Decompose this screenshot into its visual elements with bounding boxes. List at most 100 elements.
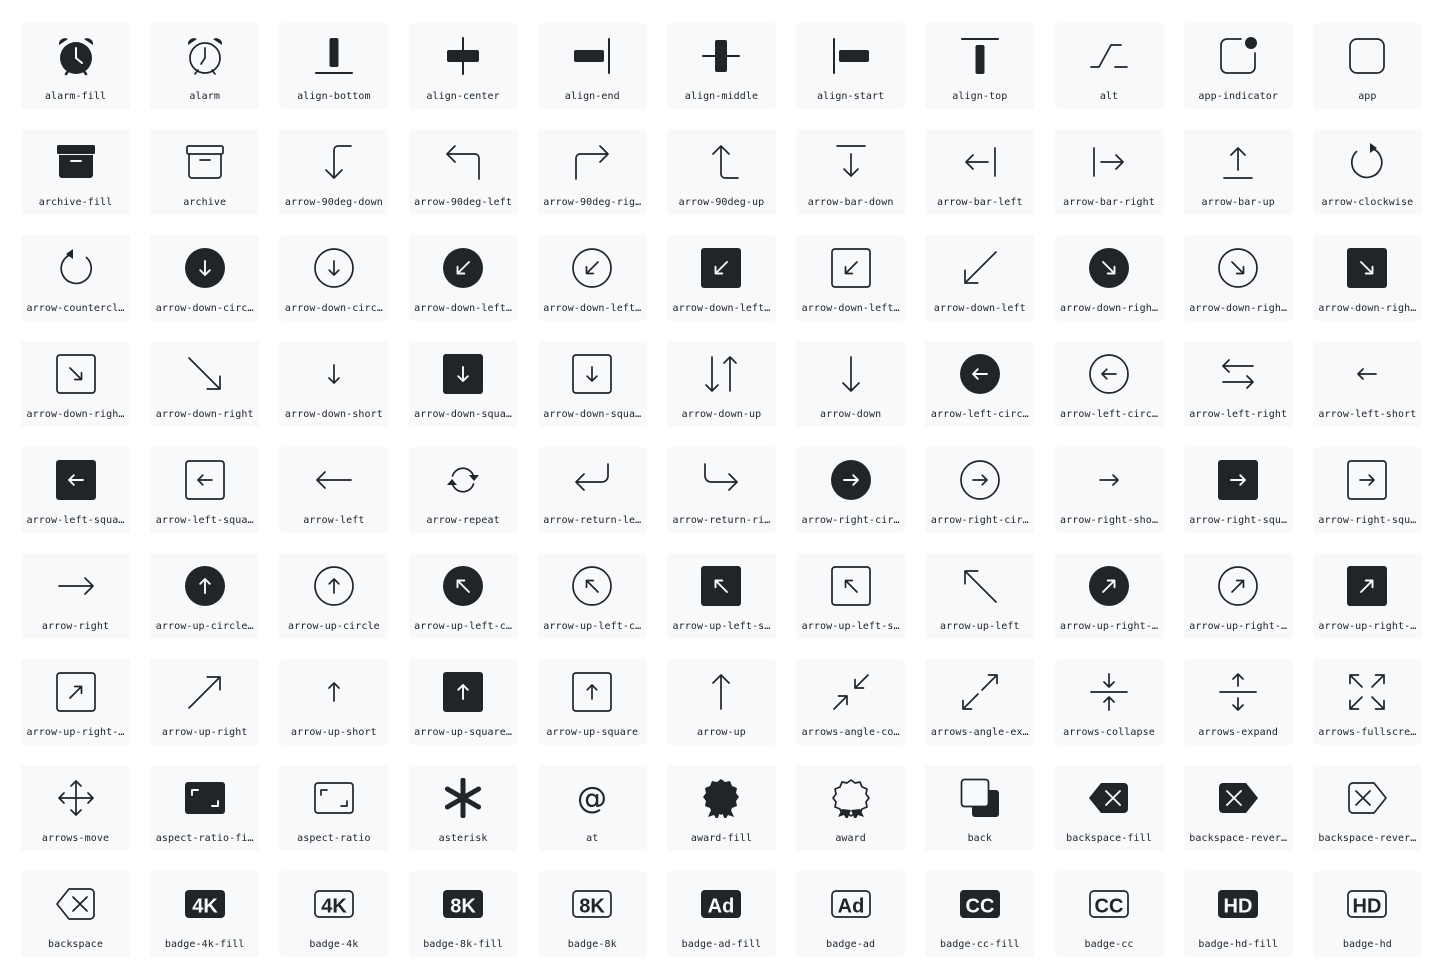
icon-tile-arrow-left[interactable]: arrow-left [279, 447, 389, 533]
icon-tile-arrow-down-right-circle[interactable]: arrow-down-righ… [1183, 235, 1293, 321]
icon-tile-arrow-down-right[interactable]: arrow-down-right [150, 341, 260, 427]
icon-tile-arrow-up-right-circle[interactable]: arrow-up-right-… [1183, 553, 1293, 639]
icon-tile-arrow-up-square[interactable]: arrow-up-square [537, 659, 647, 745]
icon-tile-badge-4k-fill[interactable]: 4K badge-4k-fill [150, 871, 260, 957]
icon-tile-arrow-right-square[interactable]: arrow-right-squ… [1312, 447, 1422, 533]
icon-tile-aspect-ratio[interactable]: aspect-ratio [279, 765, 389, 851]
icon-tile-arrows-angle-contract[interactable]: arrows-angle-co… [796, 659, 906, 745]
icon-tile-arrow-down-up[interactable]: arrow-down-up [666, 341, 776, 427]
icon-tile-align-top[interactable]: align-top [925, 23, 1035, 109]
icon-tile-badge-ad-fill[interactable]: Ad badge-ad-fill [666, 871, 776, 957]
icon-tile-align-center[interactable]: align-center [408, 23, 518, 109]
icon-tile-arrow-right-circle[interactable]: arrow-right-cir… [925, 447, 1035, 533]
icon-tile-arrow-repeat[interactable]: arrow-repeat [408, 447, 518, 533]
icon-tile-arrow-down-square-fill[interactable]: arrow-down-squa… [408, 341, 518, 427]
icon-tile-arrow-clockwise[interactable]: arrow-clockwise [1312, 129, 1422, 215]
icon-tile-arrow-bar-down[interactable]: arrow-bar-down [796, 129, 906, 215]
icon-tile-arrow-down-left-square[interactable]: arrow-down-left… [796, 235, 906, 321]
icon-tile-award-fill[interactable]: award-fill [666, 765, 776, 851]
icon-tile-archive-fill[interactable]: archive-fill [21, 129, 130, 215]
icon-tile-arrow-90deg-up[interactable]: arrow-90deg-up [666, 129, 776, 215]
icon-tile-arrow-up-right-circle-fill[interactable]: arrow-up-right-… [1054, 553, 1164, 639]
icon-tile-badge-hd[interactable]: HD badge-hd [1312, 871, 1422, 957]
icon-tile-arrow-90deg-down[interactable]: arrow-90deg-down [279, 129, 389, 215]
icon-tile-arrow-up-circle-fill[interactable]: arrow-up-circle… [150, 553, 260, 639]
icon-tile-arrow-up-right-square[interactable]: arrow-up-right-… [21, 659, 130, 745]
icon-tile-backspace-fill[interactable]: backspace-fill [1054, 765, 1164, 851]
icon-tile-arrow-left-circle[interactable]: arrow-left-circ… [1054, 341, 1164, 427]
icon-tile-back[interactable]: back [925, 765, 1035, 851]
icon-tile-backspace[interactable]: backspace [21, 871, 130, 957]
icon-tile-backspace-reverse[interactable]: backspace-rever… [1312, 765, 1422, 851]
icon-tile-arrow-down-left-circle-fill[interactable]: arrow-down-left… [408, 235, 518, 321]
icon-tile-arrow-down-left-square-fill[interactable]: arrow-down-left… [666, 235, 776, 321]
icon-tile-arrow-down-circle[interactable]: arrow-down-circ… [279, 235, 389, 321]
icon-tile-arrow-down-right-square-fill[interactable]: arrow-down-righ… [1312, 235, 1422, 321]
icon-tile-arrow-up-right-square-fill[interactable]: arrow-up-right-… [1312, 553, 1422, 639]
icon-tile-arrows-move[interactable]: arrows-move [21, 765, 130, 851]
icon-tile-arrow-down-short[interactable]: arrow-down-short [279, 341, 389, 427]
icon-tile-arrows-angle-expand[interactable]: arrows-angle-ex… [925, 659, 1035, 745]
icon-tile-badge-cc[interactable]: CC badge-cc [1054, 871, 1164, 957]
icon-tile-arrow-up-left-circle[interactable]: arrow-up-left-c… [537, 553, 647, 639]
icon-tile-alarm[interactable]: alarm [150, 23, 260, 109]
icon-tile-badge-8k[interactable]: 8K badge-8k [537, 871, 647, 957]
icon-tile-arrow-bar-left[interactable]: arrow-bar-left [925, 129, 1035, 215]
icon-tile-arrows-expand[interactable]: arrows-expand [1183, 659, 1293, 745]
icon-tile-app[interactable]: app [1312, 23, 1422, 109]
icon-tile-arrow-up-short[interactable]: arrow-up-short [279, 659, 389, 745]
icon-tile-arrow-right[interactable]: arrow-right [21, 553, 130, 639]
icon-tile-arrow-down-right-square[interactable]: arrow-down-righ… [21, 341, 130, 427]
icon-tile-arrow-right-square-fill[interactable]: arrow-right-squ… [1183, 447, 1293, 533]
icon-tile-arrow-down-left[interactable]: arrow-down-left [925, 235, 1035, 321]
icon-tile-asterisk[interactable]: asterisk [408, 765, 518, 851]
icon-tile-arrow-90deg-right[interactable]: arrow-90deg-rig… [537, 129, 647, 215]
icon-tile-backspace-reverse-fill[interactable]: backspace-rever… [1183, 765, 1293, 851]
icon-tile-arrow-left-circle-fill[interactable]: arrow-left-circ… [925, 341, 1035, 427]
icon-tile-aspect-ratio-fill[interactable]: aspect-ratio-fi… [150, 765, 260, 851]
icon-tile-arrow-left-short[interactable]: arrow-left-short [1312, 341, 1422, 427]
icon-tile-arrow-return-right[interactable]: arrow-return-ri… [666, 447, 776, 533]
icon-tile-badge-cc-fill[interactable]: CC badge-cc-fill [925, 871, 1035, 957]
icon-tile-arrow-down-left-circle[interactable]: arrow-down-left… [537, 235, 647, 321]
icon-tile-arrow-left-square[interactable]: arrow-left-squa… [150, 447, 260, 533]
icon-tile-arrow-up-left-square[interactable]: arrow-up-left-s… [796, 553, 906, 639]
icon-tile-align-bottom[interactable]: align-bottom [279, 23, 389, 109]
icon-tile-align-start[interactable]: align-start [796, 23, 906, 109]
icon-tile-at[interactable]: @ at [537, 765, 647, 851]
icon-tile-align-end[interactable]: align-end [537, 23, 647, 109]
icon-tile-align-middle[interactable]: align-middle [666, 23, 776, 109]
icon-tile-award[interactable]: award [796, 765, 906, 851]
icon-tile-arrows-fullscreen[interactable]: arrows-fullscre… [1312, 659, 1422, 745]
icon-tile-alarm-fill[interactable]: alarm-fill [21, 23, 130, 109]
icon-tile-badge-4k[interactable]: 4K badge-4k [279, 871, 389, 957]
icon-tile-arrow-90deg-left[interactable]: arrow-90deg-left [408, 129, 518, 215]
icon-tile-arrow-return-left[interactable]: arrow-return-le… [537, 447, 647, 533]
icon-tile-arrow-left-right[interactable]: arrow-left-right [1183, 341, 1293, 427]
icon-tile-badge-ad[interactable]: Ad badge-ad [796, 871, 906, 957]
icon-tile-arrow-up-left-square-fill[interactable]: arrow-up-left-s… [666, 553, 776, 639]
icon-tile-arrows-collapse[interactable]: arrows-collapse [1054, 659, 1164, 745]
icon-tile-alt[interactable]: alt [1054, 23, 1164, 109]
icon-tile-arrow-up[interactable]: arrow-up [666, 659, 776, 745]
icon-tile-arrow-up-left-circle-fill[interactable]: arrow-up-left-c… [408, 553, 518, 639]
icon-tile-arrow-up-left[interactable]: arrow-up-left [925, 553, 1035, 639]
icon-tile-archive[interactable]: archive [150, 129, 260, 215]
icon-tile-arrow-bar-up[interactable]: arrow-bar-up [1183, 129, 1293, 215]
icon-tile-app-indicator[interactable]: app-indicator [1183, 23, 1293, 109]
arrow-up-circle-fill-icon [184, 566, 225, 606]
icon-tile-arrow-right-circle-fill[interactable]: arrow-right-cir… [796, 447, 906, 533]
icon-tile-badge-8k-fill[interactable]: 8K badge-8k-fill [408, 871, 518, 957]
icon-tile-arrow-left-square-fill[interactable]: arrow-left-squa… [21, 447, 130, 533]
icon-tile-arrow-bar-right[interactable]: arrow-bar-right [1054, 129, 1164, 215]
icon-tile-arrow-down-circle-fill[interactable]: arrow-down-circ… [150, 235, 260, 321]
icon-tile-arrow-down[interactable]: arrow-down [796, 341, 906, 427]
icon-tile-arrow-up-circle[interactable]: arrow-up-circle [279, 553, 389, 639]
icon-tile-arrow-right-short[interactable]: arrow-right-sho… [1054, 447, 1164, 533]
icon-tile-badge-hd-fill[interactable]: HD badge-hd-fill [1183, 871, 1293, 957]
icon-tile-arrow-down-square[interactable]: arrow-down-squa… [537, 341, 647, 427]
icon-tile-arrow-up-square-fill[interactable]: arrow-up-square… [408, 659, 518, 745]
icon-tile-arrow-counterclockwise[interactable]: arrow-countercl… [21, 235, 130, 321]
icon-tile-arrow-up-right[interactable]: arrow-up-right [150, 659, 260, 745]
icon-tile-arrow-down-right-circle-fill[interactable]: arrow-down-righ… [1054, 235, 1164, 321]
